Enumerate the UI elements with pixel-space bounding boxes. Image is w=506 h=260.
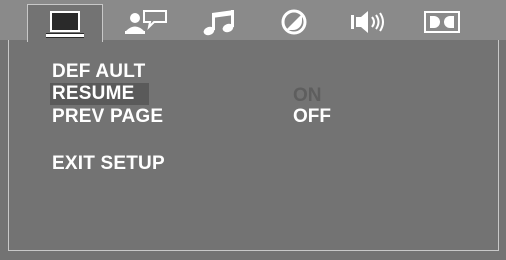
tab-speaker-setup[interactable] [331, 3, 405, 40]
setup-tab-bar [0, 0, 506, 42]
resume-option-on[interactable]: ON [293, 85, 322, 107]
tab-general-setup[interactable] [27, 4, 103, 42]
circle-slash-icon [274, 7, 314, 37]
tab-language-setup[interactable] [110, 3, 184, 40]
tab-video-setup[interactable] [257, 3, 331, 40]
dolby-icon [420, 7, 464, 37]
speaking-person-icon [122, 7, 172, 37]
menu-item-resume[interactable]: RESUME [50, 83, 149, 105]
menu-item-prev-page[interactable]: PREV PAGE [52, 106, 163, 128]
osd-setup-screen: DEF AULT RESUME ON PREV PAGE OFF EXIT SE… [0, 0, 506, 260]
music-note-icon [198, 7, 242, 37]
tab-dolby-setup[interactable] [405, 3, 479, 40]
monitor-icon [41, 9, 89, 39]
prev-page-option-off[interactable]: OFF [293, 106, 331, 128]
tab-audio-setup[interactable] [183, 3, 257, 40]
speaker-sound-icon [343, 7, 393, 37]
menu-item-default[interactable]: DEF AULT [52, 61, 145, 83]
menu-item-exit-setup[interactable]: EXIT SETUP [52, 153, 165, 175]
